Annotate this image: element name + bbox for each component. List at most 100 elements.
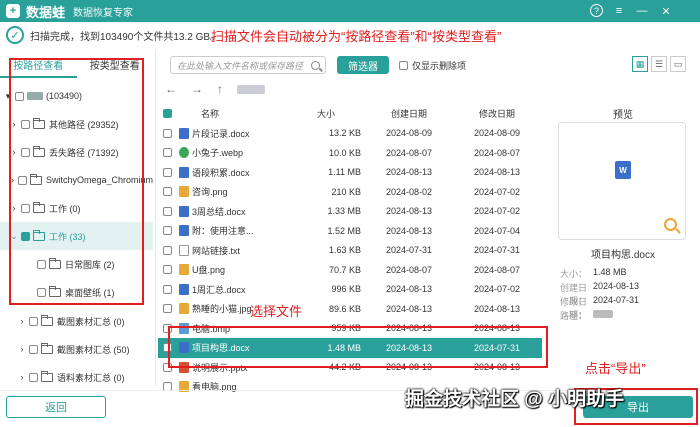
tree-item-screenshots-empty[interactable]: › 截图素材汇总 (0) (0, 307, 153, 335)
file-doc-icon (179, 283, 189, 295)
file-created: 2024-08-13 (385, 303, 433, 314)
file-img-icon (179, 186, 189, 198)
table-row[interactable]: 附：使用注意... 1.52 MB 2024-08-13 2024-07-04 (158, 221, 542, 241)
table-row[interactable]: 熟睡的小猫.jpg 89.6 KB 2024-08-13 2024-08-13 (158, 299, 542, 319)
row-checkbox[interactable] (163, 187, 172, 197)
header-size[interactable]: 大小 (291, 107, 361, 120)
tree-checkbox[interactable] (29, 344, 38, 354)
file-name: 1周汇总.docx (192, 284, 246, 295)
header-modified[interactable]: 修改日期 (457, 107, 537, 120)
file-created: 2024-08-07 (385, 147, 433, 158)
preview-path-row: 路径： (553, 309, 693, 322)
file-size: 996 KB (331, 284, 361, 295)
folder-icon (41, 370, 53, 382)
row-checkbox[interactable] (163, 128, 172, 138)
file-created: 2024-07-31 (385, 245, 433, 256)
table-row[interactable]: U盘.png 70.7 KB 2024-08-07 2024-08-07 (158, 260, 542, 280)
app-logo-icon: + (6, 4, 20, 18)
tree-item-corpus[interactable]: › 语料素材汇总 (0) (0, 363, 153, 391)
tree-item-label: 截图素材汇总 (0) (57, 316, 125, 327)
panel-divider (155, 50, 156, 385)
table-row[interactable]: 网站链接.txt 1.63 KB 2024-07-31 2024-07-31 (158, 241, 542, 261)
tree-item-screenshots[interactable]: › 截图素材汇总 (50) (0, 335, 153, 363)
preview-panel: 预览 W 项目构思.docx 大小： 1.48 MB 创建日期： 2024-08-1… (553, 104, 693, 336)
list-view-icon[interactable]: ☰ (651, 56, 667, 72)
preview-size-row: 大小： 1.48 MB (553, 267, 693, 280)
file-name: 网站链接.txt (192, 245, 241, 256)
row-checkbox[interactable] (163, 226, 172, 236)
chevron-right-icon[interactable]: › (18, 316, 26, 326)
menu-icon[interactable]: ≡ (611, 3, 627, 19)
table-row[interactable]: 语段积累.docx 1.11 MB 2024-08-13 2024-08-13 (158, 163, 542, 183)
app-name: 数据蛙 (26, 4, 66, 20)
back-button[interactable]: 返回 (6, 396, 106, 418)
file-size: 1.52 MB (327, 225, 361, 236)
file-size: 210 KB (331, 186, 361, 197)
file-name: 熟睡的小猫.jpg (192, 304, 252, 315)
table-row[interactable]: 1周汇总.docx 996 KB 2024-08-13 2024-07-02 (158, 280, 542, 300)
zoom-icon[interactable] (664, 218, 677, 231)
row-checkbox[interactable] (163, 284, 172, 294)
deleted-only-toggle[interactable]: 仅显示删除项 (399, 56, 466, 74)
view-mode-switch: ▦ ☰ ▭ (629, 56, 686, 74)
file-created: 2024-08-13 (385, 167, 433, 178)
row-checkbox[interactable] (163, 265, 172, 275)
file-name: 小兔子.webp (192, 148, 244, 159)
table-row[interactable]: 3周总结.docx 1.33 MB 2024-08-13 2024-07-02 (158, 202, 542, 222)
row-checkbox[interactable] (163, 167, 172, 177)
back-arrow-icon[interactable]: ← (165, 82, 177, 96)
folder-icon (41, 342, 53, 354)
header-name[interactable]: 名称 (173, 107, 291, 120)
file-created: 2024-08-13 (385, 225, 433, 236)
search-input[interactable]: 在此处输入文件名称或保存路径 (170, 56, 326, 74)
help-icon[interactable]: ? (590, 4, 603, 17)
file-modified: 2024-07-02 (473, 284, 521, 295)
table-row[interactable]: 片段记录.docx 13.2 KB 2024-08-09 2024-08-09 (158, 124, 542, 144)
row-checkbox[interactable] (163, 245, 172, 255)
grid-view-icon[interactable]: ▦ (632, 56, 648, 72)
file-doc-icon (179, 166, 189, 178)
preview-title: 预览 (613, 110, 633, 121)
annotation-export: 点击“导出” (585, 361, 646, 376)
chevron-right-icon[interactable]: › (18, 344, 26, 354)
tree-item-label: 截图素材汇总 (50) (57, 344, 130, 355)
row-checkbox[interactable] (163, 304, 172, 314)
chevron-right-icon[interactable]: › (18, 372, 26, 382)
search-icon[interactable] (311, 60, 320, 70)
annotation-top: 扫描文件会自动被分为“按路径查看”和“按类型查看” (211, 29, 502, 44)
minimize-icon[interactable]: — (634, 3, 650, 19)
up-arrow-icon[interactable]: ↑ (217, 82, 223, 96)
file-modified: 2024-08-13 (473, 303, 521, 314)
tree-checkbox[interactable] (29, 316, 38, 326)
file-modified: 2024-08-07 (473, 147, 521, 158)
tree-checkbox[interactable] (29, 372, 38, 382)
preview-filename: 项目构思.docx (591, 250, 655, 261)
filter-button[interactable]: 筛选器 (337, 56, 389, 74)
file-doc-icon (179, 225, 189, 237)
row-checkbox[interactable] (163, 148, 172, 158)
title-bar: + 数据蛙 数据恢复专家 ? ≡ — ✕ (0, 0, 700, 22)
preview-size-label: 大小： (559, 269, 587, 279)
file-size: 1.11 MB (328, 167, 361, 178)
file-name: 附：使用注意... (192, 226, 254, 237)
detail-view-icon[interactable]: ▭ (670, 56, 686, 72)
row-checkbox[interactable] (163, 206, 172, 216)
header-created[interactable]: 创建日期 (361, 107, 457, 120)
check-icon: ✓ (6, 26, 24, 44)
close-icon[interactable]: ✕ (658, 3, 674, 19)
file-modified: 2024-07-31 (473, 245, 521, 256)
table-header: 名称 大小 创建日期 修改日期 (158, 104, 542, 124)
file-size: 10.0 KB (328, 147, 361, 158)
file-modified: 2024-08-07 (473, 264, 521, 275)
deleted-only-checkbox[interactable] (399, 60, 408, 70)
table-row[interactable]: 小兔子.webp 10.0 KB 2024-08-07 2024-08-07 (158, 143, 542, 163)
file-modified: 2024-07-02 (473, 186, 521, 197)
file-modified: 2024-07-02 (473, 206, 521, 217)
file-webp-icon (179, 147, 189, 159)
select-all-checkbox[interactable] (163, 109, 172, 119)
deleted-only-label: 仅显示删除项 (412, 60, 467, 71)
file-doc-icon (179, 205, 189, 217)
table-row[interactable]: 咨询.png 210 KB 2024-08-02 2024-07-02 (158, 182, 542, 202)
forward-arrow-icon[interactable]: → (191, 82, 203, 96)
file-size: 1.33 MB (327, 206, 361, 217)
